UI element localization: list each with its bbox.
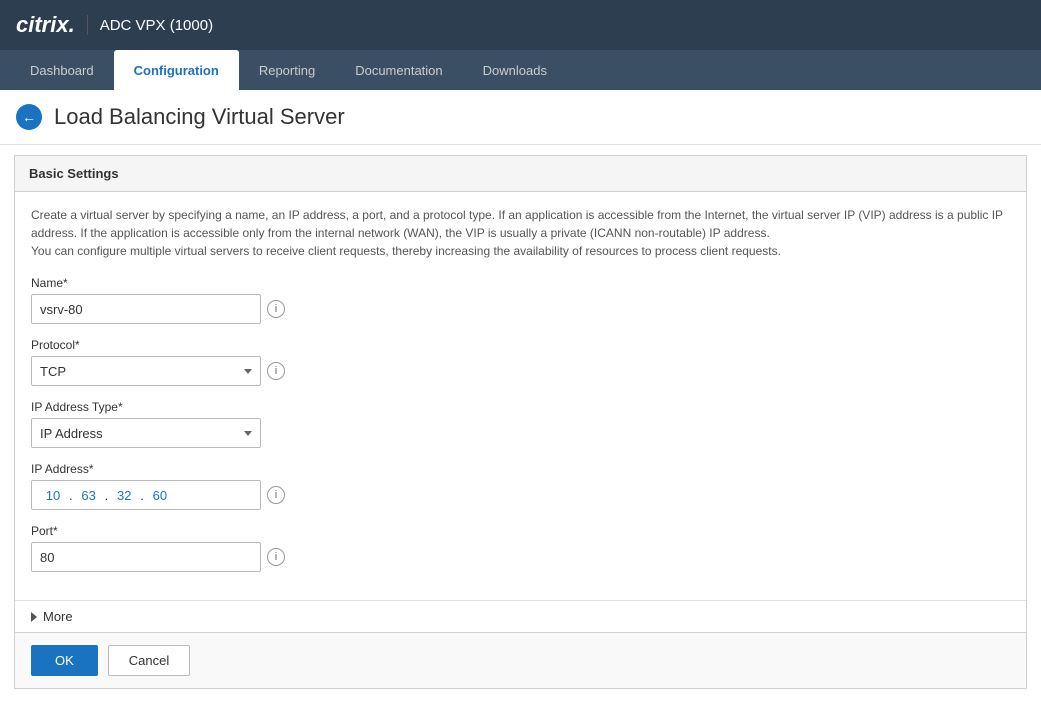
port-field-group: Port* i — [31, 524, 1010, 572]
protocol-row: TCP HTTP FTP SSL UDP i — [31, 356, 1010, 386]
name-input[interactable] — [31, 294, 261, 324]
ip-info-icon[interactable]: i — [267, 486, 285, 504]
info-description: Create a virtual server by specifying a … — [31, 206, 1010, 260]
page-title: Load Balancing Virtual Server — [54, 104, 345, 130]
protocol-label: Protocol* — [31, 338, 1010, 352]
tab-configuration[interactable]: Configuration — [114, 50, 239, 90]
port-input[interactable] — [31, 542, 261, 572]
ip-address-row: . . . i — [31, 480, 1010, 510]
ip-address-label: IP Address* — [31, 462, 1010, 476]
name-field-group: Name* i — [31, 276, 1010, 324]
ip-type-label: IP Address Type* — [31, 400, 1010, 414]
tab-documentation[interactable]: Documentation — [335, 50, 462, 90]
basic-settings-panel: Basic Settings Create a virtual server b… — [14, 155, 1027, 689]
name-info-icon[interactable]: i — [267, 300, 285, 318]
protocol-select[interactable]: TCP HTTP FTP SSL UDP — [31, 356, 261, 386]
ok-button[interactable]: OK — [31, 645, 98, 676]
port-row: i — [31, 542, 1010, 572]
page-header: ← Load Balancing Virtual Server — [0, 90, 1041, 145]
app-header: citrix. ADC VPX (1000) — [0, 0, 1041, 50]
info-line2: You can configure multiple virtual serve… — [31, 244, 781, 258]
tab-dashboard[interactable]: Dashboard — [10, 50, 114, 90]
ip-address-field-group: IP Address* . . . i — [31, 462, 1010, 510]
protocol-info-icon[interactable]: i — [267, 362, 285, 380]
ip-octet-3[interactable] — [109, 488, 139, 503]
ip-type-select[interactable]: IP Address Non Addressable — [31, 418, 261, 448]
name-row: i — [31, 294, 1010, 324]
more-section[interactable]: More — [15, 600, 1026, 632]
protocol-field-group: Protocol* TCP HTTP FTP SSL UDP i — [31, 338, 1010, 386]
port-info-icon[interactable]: i — [267, 548, 285, 566]
panel-body: Create a virtual server by specifying a … — [15, 192, 1026, 600]
brand-logo: citrix. ADC VPX (1000) — [16, 12, 213, 38]
ip-type-row: IP Address Non Addressable — [31, 418, 1010, 448]
header-divider — [87, 15, 88, 35]
port-label: Port* — [31, 524, 1010, 538]
ip-type-field-group: IP Address Type* IP Address Non Addressa… — [31, 400, 1010, 448]
ip-octet-1[interactable] — [38, 488, 68, 503]
more-chevron-icon — [31, 612, 37, 622]
ip-octet-2[interactable] — [74, 488, 104, 503]
panel-header: Basic Settings — [15, 156, 1026, 192]
back-button[interactable]: ← — [16, 104, 42, 130]
name-label: Name* — [31, 276, 1010, 290]
ip-octet-4[interactable] — [145, 488, 175, 503]
ip-address-field: . . . — [31, 480, 261, 510]
nav-bar: Dashboard Configuration Reporting Docume… — [0, 50, 1041, 90]
app-title: ADC VPX (1000) — [100, 17, 213, 34]
cancel-button[interactable]: Cancel — [108, 645, 190, 676]
tab-reporting[interactable]: Reporting — [239, 50, 335, 90]
page-content: ← Load Balancing Virtual Server Basic Se… — [0, 90, 1041, 701]
citrix-logo-text: citrix. — [16, 12, 75, 38]
more-label: More — [43, 609, 73, 624]
tab-downloads[interactable]: Downloads — [463, 50, 567, 90]
info-line1: Create a virtual server by specifying a … — [31, 208, 1003, 240]
form-actions: OK Cancel — [15, 632, 1026, 688]
